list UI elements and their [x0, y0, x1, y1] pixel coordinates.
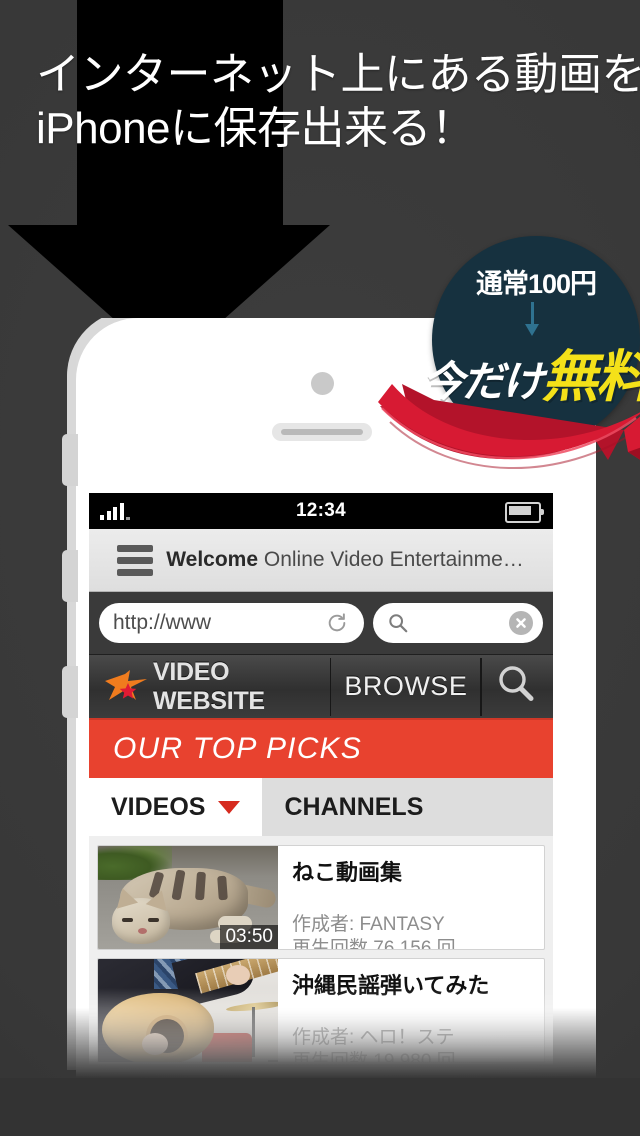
promo-badge: 通常100円 今だけ無料: [378, 236, 640, 486]
tab-channels-label: CHANNELS: [284, 792, 424, 821]
tab-videos-label: VIDEOS: [111, 792, 206, 821]
header-divider-2: [480, 657, 483, 716]
url-input[interactable]: http://www: [99, 603, 364, 643]
video-info: ねこ動画集 作成者: FANTASY 再生回数 76,156 回: [278, 846, 544, 949]
headline-line-2: iPhoneに保存出来る！: [36, 103, 475, 153]
video-list: 03:50 ねこ動画集 作成者: FANTASY 再生回数 76,156 回 沖…: [89, 836, 553, 1063]
top-picks-banner: OUR TOP PICKS: [89, 718, 553, 778]
reload-icon[interactable]: [326, 612, 348, 634]
video-title[interactable]: 沖縄民謡弾いてみた: [292, 968, 532, 1000]
top-picks-title: OUR TOP PICKS: [113, 732, 362, 765]
content-tabs: VIDEOS CHANNELS: [89, 778, 553, 836]
browse-link[interactable]: BROWSE: [344, 671, 467, 702]
list-item[interactable]: 沖縄民謡弾いてみた 作成者: ヘロ！ステ 再生回数 19,980 回: [97, 958, 545, 1063]
video-views: 再生回数 76,156 回: [292, 938, 456, 950]
camera-dot-icon: [311, 372, 334, 395]
mute-switch-button[interactable]: [62, 434, 78, 486]
badge-normal-price: 通常100円: [475, 269, 597, 299]
bottom-background: [0, 1078, 640, 1136]
volume-up-button[interactable]: [62, 550, 78, 602]
battery-icon: [505, 502, 544, 523]
headline-line-1: インターネット上にある動画を: [36, 50, 640, 99]
tabs-spacer: [445, 778, 553, 836]
status-bar: 12:34: [89, 493, 553, 529]
page-title: Welcome Online Video Entertainme…: [153, 548, 537, 572]
header-divider-1: [329, 657, 332, 716]
video-thumbnail-guitar: [98, 959, 278, 1062]
clear-circle-icon[interactable]: [509, 611, 533, 635]
url-value: http://www: [113, 611, 212, 634]
tab-channels[interactable]: CHANNELS: [262, 778, 445, 836]
video-author: 作成者: ヘロ！ステ: [292, 1027, 455, 1048]
star-swoosh-logo-icon[interactable]: [103, 669, 149, 704]
site-header: VIDEO WEBSITE BROWSE: [89, 655, 553, 718]
video-title[interactable]: ねこ動画集: [292, 855, 532, 887]
caret-down-icon: [218, 800, 241, 814]
search-icon: [387, 612, 409, 634]
search-input[interactable]: [373, 603, 543, 643]
status-time: 12:34: [295, 500, 347, 521]
video-duration: 03:50: [220, 925, 278, 949]
phone-screen: 12:34 Welcome Online Video Entertainme… …: [89, 493, 553, 1073]
video-author: 作成者: FANTASY: [292, 914, 445, 935]
promo-screenshot: インターネット上にある動画を iPhoneに保存出来る！ 12:34 Welco…: [0, 0, 640, 1136]
video-thumbnail-cat: 03:50: [98, 846, 278, 949]
promo-headline: インターネット上にある動画を iPhoneに保存出来る！: [36, 48, 640, 155]
magnifier-icon[interactable]: [495, 663, 537, 710]
video-views: 再生回数 19,980 回: [292, 1051, 456, 1063]
page-title-rest: Online Video Entertainme…: [258, 548, 524, 571]
list-item[interactable]: 03:50 ねこ動画集 作成者: FANTASY 再生回数 76,156 回: [97, 845, 545, 950]
volume-down-button[interactable]: [62, 666, 78, 718]
hamburger-menu-icon[interactable]: [117, 544, 153, 576]
ribbon-banner: [372, 378, 640, 488]
browser-urlbar: http://www: [89, 592, 553, 655]
page-title-bold: Welcome: [166, 548, 259, 571]
tab-videos[interactable]: VIDEOS: [89, 778, 263, 836]
video-duration: [268, 1060, 278, 1062]
earpiece-speaker-icon: [272, 423, 372, 441]
site-brand[interactable]: VIDEO WEBSITE: [153, 658, 317, 716]
video-info: 沖縄民謡弾いてみた 作成者: ヘロ！ステ 再生回数 19,980 回: [278, 959, 544, 1062]
down-arrow-icon: [525, 302, 539, 336]
browser-navbar: Welcome Online Video Entertainme…: [89, 529, 553, 592]
